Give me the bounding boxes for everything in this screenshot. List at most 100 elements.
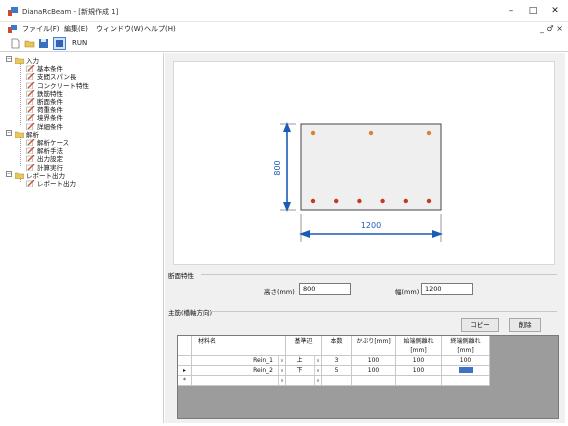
column-header[interactable]: 本数 xyxy=(322,336,352,356)
navigation-tree: − 入力 基本条件 支間スパン長 コンクリート特性 鉄筋特性 断面条件 荷重条件 境界条件 詳細条… xyxy=(4,53,164,423)
new-row-marker: * xyxy=(178,376,192,386)
height-dimension-label: 800 xyxy=(273,160,282,175)
chevron-down-icon[interactable]: ∨ xyxy=(314,376,321,385)
toolbar: RUN xyxy=(0,36,568,52)
cell-value: Rein_2 xyxy=(253,367,273,374)
cell-value: 5 xyxy=(334,367,339,374)
delete-button[interactable]: 削除 xyxy=(509,318,541,332)
chevron-down-icon[interactable]: ∨ xyxy=(314,356,321,365)
table-row[interactable]: ▸ Rein_2 ∨ 下 ∨ 5 100 100 xyxy=(178,366,508,376)
edit-cell-icon[interactable] xyxy=(458,367,473,373)
height-arrow-top xyxy=(283,122,291,132)
column-header[interactable]: 始端側離れ [mm] xyxy=(396,336,442,356)
main-panel: 800 1200 断面特性 高さ(mm) 800 幅(mm) 1200 主筋(橋… xyxy=(165,53,565,423)
new-row-cell[interactable] xyxy=(442,376,490,386)
menu-bar: ファイル(F) 編集(E) ウィンドウ(W) ヘルプ(H) _ ♂ × xyxy=(0,22,568,36)
row-marker[interactable] xyxy=(178,356,192,366)
grid-cell-cover[interactable]: 100 xyxy=(352,366,396,376)
height-arrow-bottom xyxy=(283,202,291,212)
section-props-label: 断面特性 xyxy=(168,272,194,280)
section-drawing: 800 1200 xyxy=(173,61,555,265)
chevron-down-icon[interactable]: ∨ xyxy=(314,366,321,375)
new-row-cell[interactable] xyxy=(322,376,352,386)
bottom-rebar xyxy=(334,198,339,204)
width-field-label: 幅(mm) xyxy=(395,288,420,296)
document-icon xyxy=(8,25,17,33)
tree-item-label: レポート出力 xyxy=(37,180,76,188)
chevron-down-icon[interactable]: ∨ xyxy=(278,376,285,385)
grid-cell-material[interactable]: Rein_1 ∨ xyxy=(192,356,286,366)
grid-header-row: 材料名 基準辺 本数 かぶり[mm] 始端側離れ [mm] 終端側離れ [mm] xyxy=(178,336,508,356)
open-folder-icon[interactable] xyxy=(24,38,35,49)
copy-button[interactable]: コピー xyxy=(461,318,499,332)
row-marker[interactable]: ▸ xyxy=(178,366,192,376)
menu-help[interactable]: ヘルプ(H) xyxy=(144,24,176,34)
tree-expander[interactable]: − xyxy=(6,170,12,177)
tree-expander[interactable]: − xyxy=(6,129,12,136)
tree-expander[interactable]: − xyxy=(6,56,12,62)
grid-cell-end-offset[interactable]: 100 xyxy=(442,356,490,366)
cell-value: 100 xyxy=(412,357,425,364)
new-row-cell[interactable]: ∨ xyxy=(192,376,286,386)
app-icon xyxy=(8,7,18,16)
cell-value: 上 xyxy=(296,357,303,364)
cell-value: 100 xyxy=(367,357,380,364)
height-field-label: 高さ(mm) xyxy=(264,288,295,296)
tree-connector xyxy=(20,178,21,183)
grid-cell-cover[interactable]: 100 xyxy=(352,356,396,366)
menu-window[interactable]: ウィンドウ(W) xyxy=(96,24,143,34)
bottom-rebar xyxy=(403,198,408,204)
column-header[interactable]: かぶり[mm] xyxy=(352,336,396,356)
run-button[interactable]: RUN xyxy=(72,39,87,47)
close-button[interactable]: ✕ xyxy=(544,4,566,18)
tree-connector xyxy=(20,137,21,166)
grid-cell-material[interactable]: Rein_2 ∨ xyxy=(192,366,286,376)
cell-value: Rein_1 xyxy=(253,357,273,364)
view-icon[interactable] xyxy=(53,37,66,50)
cell-value: 100 xyxy=(459,357,472,364)
new-row-cell[interactable] xyxy=(396,376,442,386)
grid-cell-count[interactable]: 3 xyxy=(322,356,352,366)
save-icon[interactable] xyxy=(38,38,49,49)
grid-cell-start-offset[interactable]: 100 xyxy=(396,366,442,376)
main-rebar-label: 主筋(橋軸方向) xyxy=(168,309,213,317)
maximize-button[interactable]: □ xyxy=(522,4,544,18)
table-row[interactable]: Rein_1 ∨ 上 ∨ 3 100 100 100 xyxy=(178,356,508,366)
grid-cell-edge[interactable]: 上 ∨ xyxy=(286,356,322,366)
mdi-window-controls[interactable]: _ ♂ × xyxy=(540,24,563,33)
width-arrow-right xyxy=(432,230,443,238)
grid-cell-start-offset[interactable]: 100 xyxy=(396,356,442,366)
menu-file[interactable]: ファイル(F) xyxy=(22,24,60,34)
new-row[interactable]: * ∨ ∨ xyxy=(178,376,508,386)
minimize-button[interactable]: – xyxy=(500,4,522,18)
rebar-grid: 材料名 基準辺 本数 かぶり[mm] 始端側離れ [mm] 終端側離れ [mm] Rein_… xyxy=(177,335,559,419)
tree-item[interactable]: レポート出力 xyxy=(26,178,76,188)
column-header[interactable]: 基準辺 xyxy=(286,336,322,356)
grid-cell-end-offset[interactable] xyxy=(442,366,490,376)
bottom-rebar xyxy=(426,198,432,204)
top-rebar xyxy=(426,130,432,136)
new-file-icon[interactable] xyxy=(10,38,21,49)
new-row-cell[interactable] xyxy=(352,376,396,386)
grid-cell-count[interactable]: 5 xyxy=(322,366,352,376)
cell-value: 下 xyxy=(296,367,303,374)
column-header[interactable]: 終端側離れ [mm] xyxy=(442,336,490,356)
top-rebar xyxy=(368,130,374,136)
window-title: DianaRcBeam - [新規作成 1] xyxy=(22,8,119,16)
tree-item-label: 詳細条件 xyxy=(37,122,63,131)
main-rebar-divider xyxy=(209,311,557,312)
grid-corner xyxy=(178,336,192,356)
beam-section xyxy=(300,123,442,211)
grid-cell-edge[interactable]: 下 ∨ xyxy=(286,366,322,376)
height-input[interactable]: 800 xyxy=(299,283,351,295)
menu-edit[interactable]: 編集(E) xyxy=(64,24,88,34)
tree-connector xyxy=(20,63,21,125)
cell-value: 3 xyxy=(334,357,339,364)
width-input[interactable]: 1200 xyxy=(421,283,473,295)
chevron-down-icon[interactable]: ∨ xyxy=(278,366,285,375)
bottom-rebar xyxy=(380,198,385,204)
width-dimension-label: 1200 xyxy=(361,221,381,230)
chevron-down-icon[interactable]: ∨ xyxy=(278,356,285,365)
new-row-cell[interactable]: ∨ xyxy=(286,376,322,386)
column-header[interactable]: 材料名 xyxy=(192,336,286,356)
